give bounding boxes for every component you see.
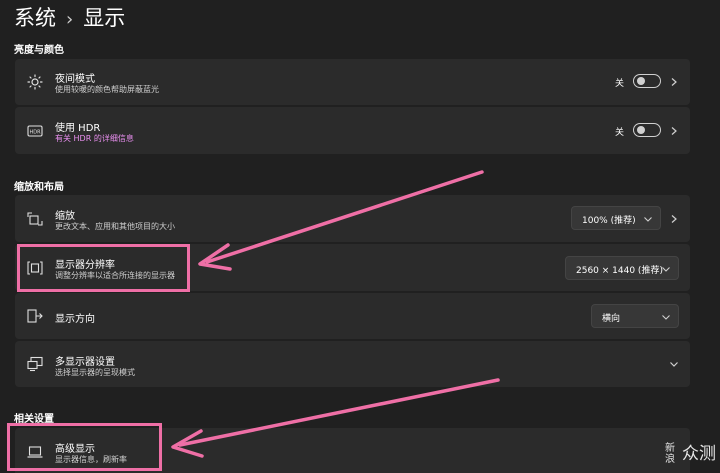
sina-zhongce-watermark: 新浪众测	[665, 439, 716, 465]
arrow-to-resolution	[198, 170, 484, 271]
arrow-to-advanced-display	[171, 378, 500, 458]
watermark-brand: 众测	[682, 444, 716, 464]
annotation-arrows	[171, 170, 500, 458]
watermark-char-1: 新	[665, 443, 675, 454]
watermark-char-2: 浪	[665, 454, 675, 465]
